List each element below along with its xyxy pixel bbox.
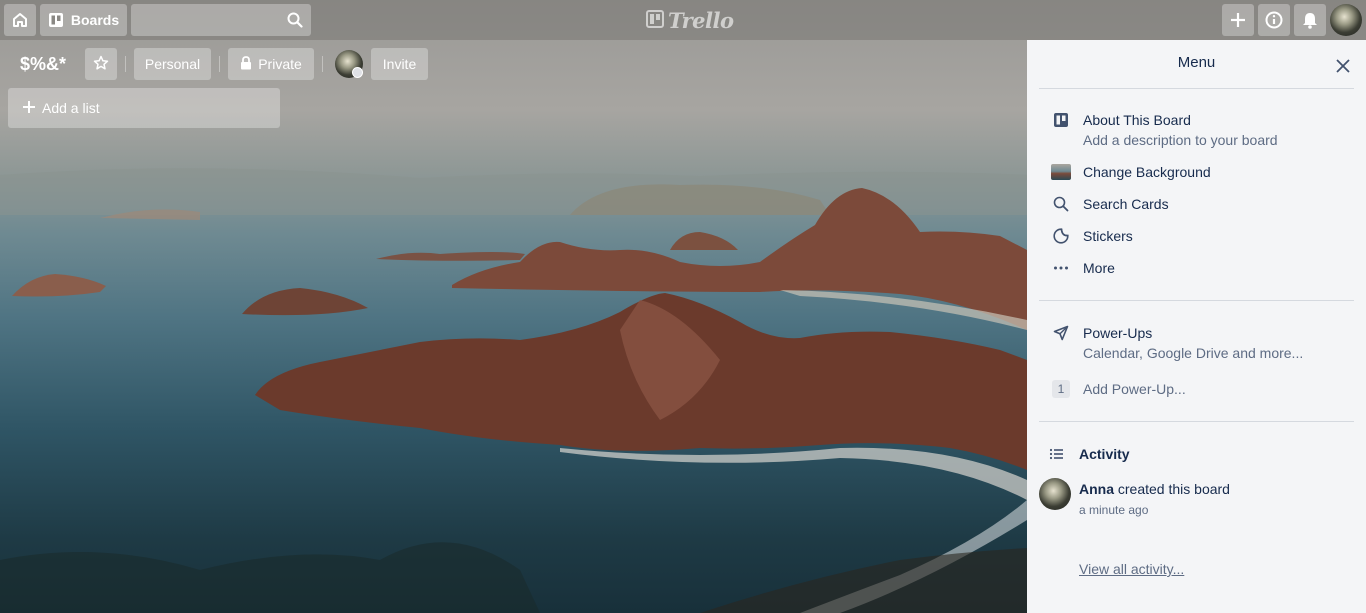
activity-entry: Anna created this board: [1079, 481, 1230, 497]
search-cards-item[interactable]: Search Cards: [1039, 194, 1354, 218]
member-avatar[interactable]: [1330, 4, 1362, 36]
more-label: More: [1083, 260, 1115, 276]
team-button[interactable]: Personal: [134, 48, 211, 80]
stickers-label: Stickers: [1083, 228, 1133, 244]
boards-button[interactable]: Boards: [40, 4, 127, 36]
search-icon: [1051, 194, 1071, 214]
info-button[interactable]: [1258, 4, 1290, 36]
add-list-label: Add a list: [42, 100, 100, 116]
team-label: Personal: [144, 56, 201, 72]
lock-icon: [240, 55, 252, 73]
header-divider: [219, 56, 220, 72]
close-menu-button[interactable]: [1333, 56, 1353, 76]
rocket-icon: [1051, 323, 1071, 343]
search-input[interactable]: [131, 4, 311, 36]
about-board-label: About This Board: [1083, 112, 1191, 128]
invite-label: Invite: [382, 56, 417, 72]
change-background-item[interactable]: Change Background: [1039, 162, 1354, 186]
view-all-activity-link[interactable]: View all activity...: [1079, 561, 1184, 577]
boards-icon: [48, 12, 64, 28]
add-power-up-item[interactable]: 1 Add Power-Up...: [1039, 379, 1354, 403]
background-thumbnail-icon: [1051, 162, 1071, 182]
power-ups-description: Calendar, Google Drive and more...: [1083, 345, 1304, 361]
boards-label: Boards: [70, 12, 120, 28]
notifications-button[interactable]: [1294, 4, 1326, 36]
more-item[interactable]: More: [1039, 258, 1354, 282]
search-box[interactable]: [131, 4, 311, 36]
trello-logo[interactable]: Trello: [646, 8, 734, 33]
star-icon: [93, 55, 109, 74]
visibility-button[interactable]: Private: [228, 48, 314, 80]
board-menu: Menu About This Board Add a description …: [1027, 40, 1366, 613]
about-board-description: Add a description to your board: [1083, 132, 1278, 148]
board-title[interactable]: $%&*: [12, 49, 74, 79]
menu-divider: [1039, 300, 1354, 301]
activity-timestamp[interactable]: a minute ago: [1079, 503, 1148, 517]
home-button[interactable]: [4, 4, 36, 36]
menu-divider: [1039, 421, 1354, 422]
close-icon: [1333, 59, 1353, 80]
admin-badge: [352, 67, 363, 78]
activity-user-avatar[interactable]: [1039, 478, 1071, 510]
power-ups-item[interactable]: Power-Ups Calendar, Google Drive and mor…: [1039, 323, 1354, 365]
change-background-label: Change Background: [1083, 164, 1211, 180]
search-cards-label: Search Cards: [1083, 196, 1169, 212]
activity-user-name[interactable]: Anna: [1079, 481, 1114, 497]
plus-icon: [1230, 12, 1246, 28]
sticker-icon: [1051, 226, 1071, 246]
top-header: Boards Trello: [0, 0, 1366, 40]
visibility-label: Private: [258, 56, 302, 72]
more-icon: [1051, 258, 1071, 278]
create-button[interactable]: [1222, 4, 1254, 36]
header-divider: [125, 56, 126, 72]
plus-icon: [22, 100, 36, 117]
activity-action: created this board: [1117, 481, 1230, 497]
power-up-count-badge: 1: [1051, 379, 1071, 399]
add-list-button[interactable]: Add a list: [8, 88, 280, 128]
search-icon[interactable]: [287, 12, 303, 33]
invite-button[interactable]: Invite: [371, 48, 428, 80]
stickers-item[interactable]: Stickers: [1039, 226, 1354, 250]
trello-logo-text: Trello: [668, 8, 734, 33]
menu-divider: [1039, 88, 1354, 89]
info-icon: [1265, 11, 1283, 29]
bell-icon: [1302, 11, 1318, 29]
activity-list-icon: [1049, 446, 1065, 467]
trello-logo-icon: [646, 8, 664, 33]
power-ups-label: Power-Ups: [1083, 325, 1153, 341]
add-power-up-label: Add Power-Up...: [1083, 381, 1186, 397]
activity-title: Activity: [1079, 446, 1130, 462]
menu-title: Menu: [1177, 54, 1216, 71]
board-icon: [1051, 110, 1071, 130]
header-divider: [322, 56, 323, 72]
about-board-item[interactable]: About This Board Add a description to yo…: [1039, 110, 1354, 152]
star-board-button[interactable]: [85, 48, 117, 80]
home-icon: [11, 11, 29, 29]
